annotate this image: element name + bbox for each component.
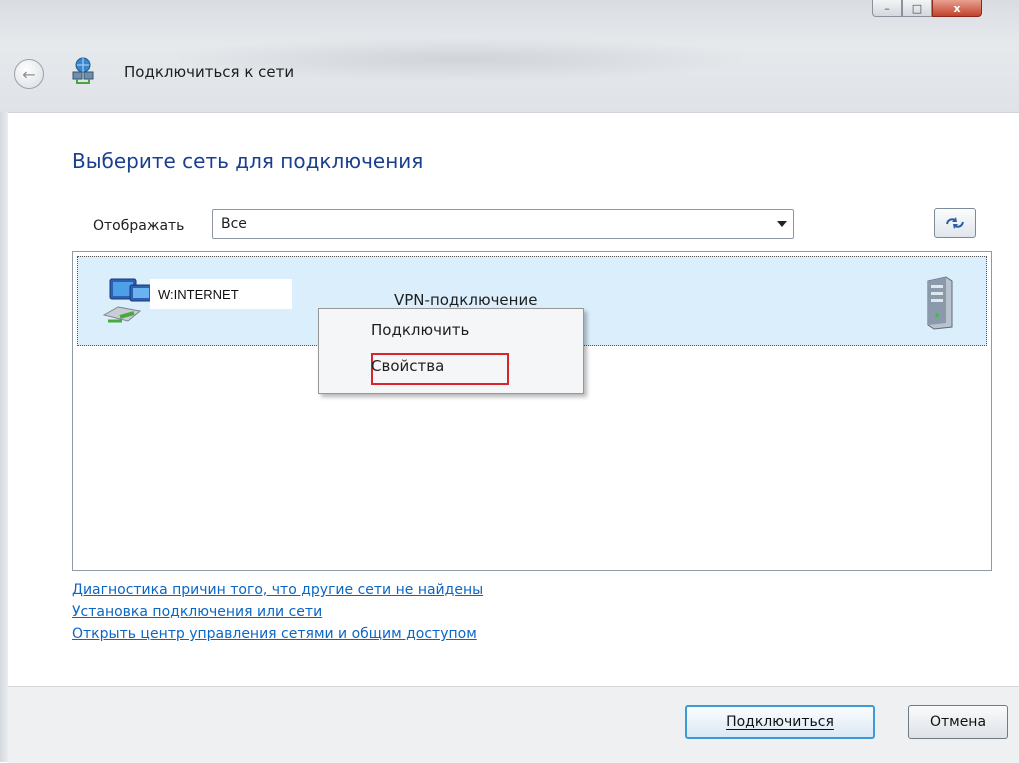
filter-selected-value: Все [221,216,247,232]
filter-label: Отображать [93,218,185,234]
title-bar: – □ x ← Подключиться к сети [0,0,1019,112]
connect-button-label: Подключиться [726,714,834,730]
network-connection-icon [102,278,153,323]
window-frame-edge [0,112,8,762]
main-panel: Выберите сеть для подключения Отображать… [8,112,1019,687]
server-icon [927,276,953,330]
cancel-button-label: Отмена [929,714,987,730]
network-type: VPN-подключение [394,291,538,309]
connect-button[interactable]: Подключиться [685,705,875,739]
dialog-footer: Подключиться Отмена [8,686,1019,763]
chevron-down-icon [777,221,787,227]
network-name: W:INTERNET [158,287,239,302]
menu-item-connect[interactable]: Подключить [371,321,469,339]
cancel-button[interactable]: Отмена [908,705,1008,739]
network-center-link[interactable]: Открыть центр управления сетями и общим … [72,623,483,645]
window-title: Подключиться к сети [124,63,295,81]
close-button[interactable]: x [932,0,982,17]
refresh-icon [946,217,964,229]
diagnose-link[interactable]: Диагностика причин того, что другие сети… [72,579,483,601]
minimize-button[interactable]: – [872,0,902,17]
menu-item-properties[interactable]: Свойства [371,357,444,375]
context-menu: Подключить Свойства [318,308,584,394]
network-filter-dropdown[interactable]: Все [212,209,794,239]
setup-connection-link[interactable]: Установка подключения или сети [72,601,483,623]
back-button[interactable]: ← [14,59,44,89]
task-links: Диагностика причин того, что другие сети… [72,579,483,645]
network-list: W:INTERNET VPN-подключение [72,251,992,571]
back-arrow-icon: ← [22,64,36,84]
refresh-button[interactable] [934,208,976,238]
window-controls: – □ x [872,0,982,18]
page-heading: Выберите сеть для подключения [72,149,424,173]
network-wizard-icon [72,57,94,84]
maximize-button[interactable]: □ [902,0,932,17]
